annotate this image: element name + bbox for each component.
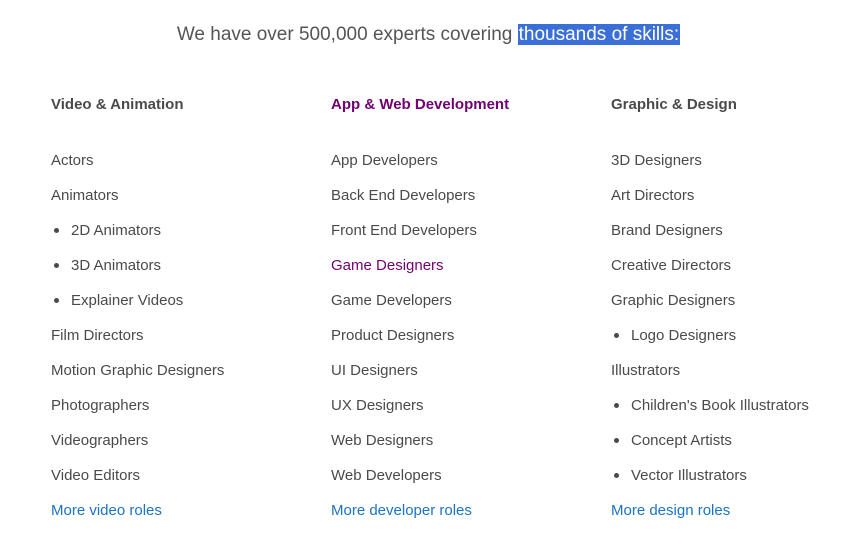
role-link[interactable]: Film Directors [51, 318, 331, 353]
role-link[interactable]: UX Designers [331, 388, 611, 423]
sub-role-link[interactable]: Logo Designers [611, 318, 857, 353]
sub-role-link[interactable]: Explainer Videos [51, 283, 331, 318]
sub-role-link[interactable]: Children's Book Illustrators [611, 388, 857, 423]
role-link[interactable]: Front End Developers [331, 213, 611, 248]
role-link[interactable]: Web Developers [331, 458, 611, 493]
role-link[interactable]: App Developers [331, 143, 611, 178]
role-link[interactable]: Art Directors [611, 178, 857, 213]
role-link[interactable]: Illustrators [611, 353, 857, 388]
column-graphic-design: Graphic & Design 3D Designers Art Direct… [611, 93, 857, 528]
more-developer-roles-link[interactable]: More developer roles [331, 493, 611, 528]
column-video-animation: Video & Animation Actors Animators 2D An… [51, 93, 331, 528]
column-title[interactable]: Graphic & Design [611, 93, 857, 117]
role-link[interactable]: 3D Designers [611, 143, 857, 178]
role-link[interactable]: Actors [51, 143, 331, 178]
role-link[interactable]: Animators [51, 178, 331, 213]
column-title[interactable]: App & Web Development [331, 93, 611, 117]
role-link[interactable]: Videographers [51, 423, 331, 458]
skills-columns: Video & Animation Actors Animators 2D An… [51, 93, 857, 528]
role-link[interactable]: Brand Designers [611, 213, 857, 248]
role-link[interactable]: Product Designers [331, 318, 611, 353]
role-link[interactable]: Photographers [51, 388, 331, 423]
more-design-roles-link[interactable]: More design roles [611, 493, 857, 528]
role-link[interactable]: UI Designers [331, 353, 611, 388]
sub-role-link[interactable]: 3D Animators [51, 248, 331, 283]
headline-text: We have over 500,000 experts covering [176, 24, 518, 45]
column-app-web-development: App & Web Development App Developers Bac… [331, 93, 611, 528]
sub-role-link[interactable]: Concept Artists [611, 423, 857, 458]
role-link-active[interactable]: Game Designers [331, 248, 611, 283]
role-link[interactable]: Game Developers [331, 283, 611, 318]
role-link[interactable]: Back End Developers [331, 178, 611, 213]
more-video-roles-link[interactable]: More video roles [51, 493, 331, 528]
role-link[interactable]: Creative Directors [611, 248, 857, 283]
role-link[interactable]: Video Editors [51, 458, 331, 493]
column-title[interactable]: Video & Animation [51, 93, 331, 117]
role-link[interactable]: Graphic Designers [611, 283, 857, 318]
sub-role-link[interactable]: 2D Animators [51, 213, 331, 248]
headline-highlight: thousands of skills: [517, 24, 681, 45]
role-link[interactable]: Web Designers [331, 423, 611, 458]
role-link[interactable]: Motion Graphic Designers [51, 353, 331, 388]
sub-role-link[interactable]: Vector Illustrators [611, 458, 857, 493]
skills-headline: We have over 500,000 experts covering th… [0, 22, 857, 48]
